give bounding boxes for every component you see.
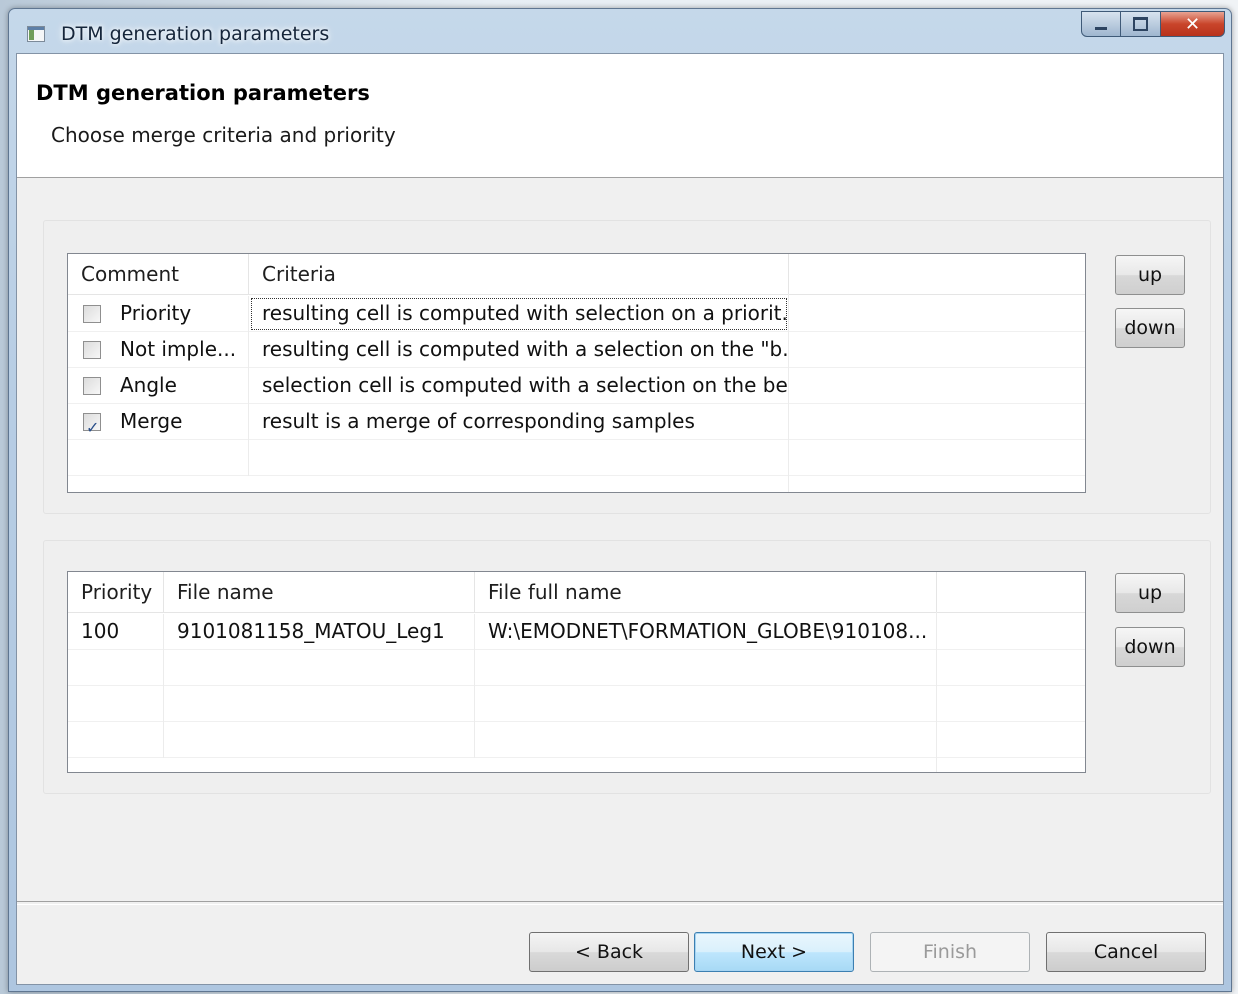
comment-cell: Priority bbox=[68, 296, 249, 332]
files-table: Priority File name File full name 100 91… bbox=[67, 571, 1086, 773]
column-header-empty bbox=[937, 572, 1085, 612]
next-button[interactable]: Next > bbox=[694, 932, 854, 972]
maximize-button[interactable] bbox=[1121, 11, 1161, 37]
window-title: DTM generation parameters bbox=[61, 23, 330, 45]
cancel-button[interactable]: Cancel bbox=[1046, 932, 1206, 972]
column-header-file-name[interactable]: File name bbox=[164, 572, 475, 612]
criteria-cell: resulting cell is computed with a select… bbox=[249, 332, 789, 368]
back-button[interactable]: < Back bbox=[529, 932, 689, 972]
footer-separator bbox=[17, 901, 1223, 905]
empty-cell bbox=[475, 722, 937, 758]
comment-cell: Not imple... bbox=[68, 332, 249, 368]
row-checkbox[interactable] bbox=[83, 341, 101, 359]
wizard-header: DTM generation parameters Choose merge c… bbox=[17, 54, 1223, 178]
dialog-window: DTM generation parameters ✕ DTM generati… bbox=[8, 8, 1232, 992]
comment-text: Priority bbox=[120, 301, 192, 325]
table-row-empty bbox=[68, 722, 1085, 758]
empty-cell bbox=[475, 650, 937, 686]
empty-cell bbox=[68, 722, 164, 758]
window-controls: ✕ bbox=[1081, 11, 1225, 39]
files-up-button[interactable]: up bbox=[1115, 573, 1185, 613]
table-row-empty bbox=[68, 650, 1085, 686]
criteria-down-button[interactable]: down bbox=[1115, 308, 1185, 348]
empty-cell bbox=[68, 686, 164, 722]
column-header-comment[interactable]: Comment bbox=[68, 254, 249, 294]
title-bar[interactable]: DTM generation parameters ✕ bbox=[9, 9, 1231, 53]
column-header-criteria[interactable]: Criteria bbox=[249, 254, 789, 294]
empty-cell bbox=[164, 650, 475, 686]
empty-cell bbox=[68, 650, 164, 686]
column-divider bbox=[936, 612, 937, 772]
row-checkbox[interactable] bbox=[83, 305, 101, 323]
criteria-group: Comment Criteria Priority resulting cell… bbox=[43, 220, 1211, 514]
column-divider bbox=[788, 294, 789, 492]
app-icon bbox=[27, 26, 45, 42]
column-header-file-full-name[interactable]: File full name bbox=[475, 572, 937, 612]
table-row-empty bbox=[68, 440, 1085, 476]
dialog-client-area: DTM generation parameters Choose merge c… bbox=[16, 53, 1224, 985]
files-group: Priority File name File full name 100 91… bbox=[43, 540, 1211, 794]
close-icon: ✕ bbox=[1184, 13, 1201, 35]
criteria-table: Comment Criteria Priority resulting cell… bbox=[67, 253, 1086, 493]
page-subtitle: Choose merge criteria and priority bbox=[51, 123, 396, 147]
comment-text: Not imple... bbox=[120, 337, 237, 361]
maximize-icon bbox=[1133, 17, 1148, 31]
files-table-header: Priority File name File full name bbox=[68, 572, 1085, 613]
empty-cell bbox=[249, 440, 789, 476]
minimize-icon bbox=[1095, 26, 1107, 30]
empty-cell bbox=[68, 440, 249, 476]
column-header-priority[interactable]: Priority bbox=[68, 572, 164, 612]
comment-cell: Angle bbox=[68, 368, 249, 404]
row-checkbox[interactable] bbox=[83, 411, 101, 440]
comment-text: Merge bbox=[120, 409, 183, 433]
table-row[interactable]: Angle selection cell is computed with a … bbox=[68, 368, 1085, 404]
close-button[interactable]: ✕ bbox=[1161, 11, 1225, 37]
table-row[interactable]: 100 9101081158_MATOU_Leg1 W:\EMODNET\FOR… bbox=[68, 614, 1085, 650]
comment-text: Angle bbox=[120, 373, 177, 397]
comment-cell: Merge bbox=[68, 404, 249, 440]
table-row[interactable]: Not imple... resulting cell is computed … bbox=[68, 332, 1085, 368]
table-row-empty bbox=[68, 686, 1085, 722]
minimize-button[interactable] bbox=[1081, 11, 1121, 37]
empty-cell bbox=[164, 722, 475, 758]
criteria-table-header: Comment Criteria bbox=[68, 254, 1085, 295]
criteria-cell: result is a merge of corresponding sampl… bbox=[249, 404, 789, 440]
empty-cell bbox=[164, 686, 475, 722]
file-name-cell: 9101081158_MATOU_Leg1 bbox=[164, 614, 475, 650]
priority-cell: 100 bbox=[68, 614, 164, 650]
criteria-cell: resulting cell is computed with selectio… bbox=[249, 296, 789, 332]
row-checkbox[interactable] bbox=[83, 377, 101, 395]
table-row[interactable]: Priority resulting cell is computed with… bbox=[68, 296, 1085, 332]
table-row[interactable]: Merge result is a merge of corresponding… bbox=[68, 404, 1085, 440]
files-down-button[interactable]: down bbox=[1115, 627, 1185, 667]
page-title: DTM generation parameters bbox=[36, 81, 370, 105]
finish-button[interactable]: Finish bbox=[870, 932, 1030, 972]
criteria-up-button[interactable]: up bbox=[1115, 255, 1185, 295]
empty-cell bbox=[475, 686, 937, 722]
file-full-name-cell: W:\EMODNET\FORMATION_GLOBE\910108... bbox=[475, 614, 937, 650]
criteria-cell: selection cell is computed with a select… bbox=[249, 368, 789, 404]
column-header-empty bbox=[789, 254, 1085, 294]
